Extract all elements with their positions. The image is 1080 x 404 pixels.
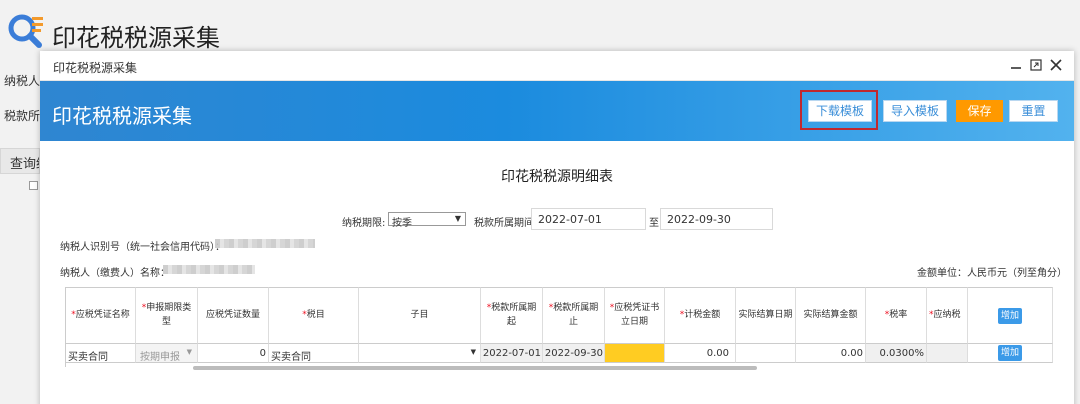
- cell-period-type[interactable]: 按期申报 ▼: [136, 344, 198, 363]
- modal-window-title: 印花税税源采集: [53, 61, 138, 75]
- cell-actions: 增加: [968, 344, 1053, 363]
- background-row-checkbox[interactable]: [29, 181, 38, 190]
- header-banner: 印花税税源采集 下载模板 导入模板 保存 重置: [40, 81, 1074, 141]
- cell-settle-date[interactable]: [736, 344, 796, 363]
- cell-settle-amount[interactable]: 0.00: [796, 344, 866, 363]
- cell-voucher-name[interactable]: 买卖合同: [66, 344, 136, 363]
- col-header-period-end: *税款所属期止: [543, 287, 605, 344]
- chevron-down-icon: ▼: [454, 214, 461, 223]
- cell-period-start: 2022-07-01: [481, 344, 543, 363]
- col-header-period-start: *税款所属期起: [481, 287, 543, 344]
- cell-period-type-value: 按期申报: [140, 352, 180, 363]
- col-header-settle-amount: 实际结算金额: [796, 287, 866, 344]
- stamp-tax-modal: 印花税税源采集 印花税税源采集 下载模板 导入模板 保存 重置 印花税税源明细表…: [40, 51, 1074, 404]
- taxpayer-name-label: 纳税人（缴费人）名称：: [60, 268, 170, 279]
- banner-title: 印花税税源采集: [52, 104, 192, 128]
- amount-unit-note: 金额单位：人民币元（列至角分）: [917, 268, 1067, 279]
- row-add-button[interactable]: 增加: [998, 345, 1022, 361]
- col-header-tax-item: *税目: [269, 287, 359, 344]
- period-start-input[interactable]: 2022-07-01: [531, 208, 646, 230]
- background-query-tab[interactable]: 查询结: [0, 148, 40, 174]
- chevron-down-icon: ▼: [470, 348, 476, 356]
- term-select-value: 按季: [392, 218, 412, 229]
- modal-titlebar: 印花税税源采集: [40, 51, 1074, 81]
- col-header-sign-date: *应税凭证书立日期: [605, 287, 665, 344]
- col-header-actions: 增加: [968, 287, 1053, 344]
- cell-sub-item[interactable]: ▼: [359, 344, 481, 363]
- horizontal-scrollbar[interactable]: [193, 366, 757, 370]
- import-template-button[interactable]: 导入模板: [883, 100, 947, 122]
- header-add-button[interactable]: 增加: [998, 307, 1022, 324]
- source-detail-table: *应税凭证名称 *申报期限类型 应税凭证数量 *税目 子目 *税款所属期起 *税…: [65, 287, 1053, 367]
- col-header-voucher-name: *应税凭证名称: [66, 287, 136, 344]
- col-header-taxable-amount: *计税金额: [665, 287, 736, 344]
- save-button[interactable]: 保存: [956, 100, 1003, 122]
- cell-period-end: 2022-09-30: [543, 344, 605, 363]
- taxpayer-name-redacted: [163, 265, 255, 274]
- minimize-icon[interactable]: [1008, 57, 1024, 73]
- term-label: 纳税期限:: [342, 218, 386, 229]
- col-header-sub-item: 子目: [359, 287, 481, 344]
- col-header-tax-rate: *税率: [866, 287, 927, 344]
- search-doc-logo-icon: [8, 14, 43, 48]
- taxpayer-id-redacted: [215, 239, 315, 248]
- col-header-quantity: 应税凭证数量: [198, 287, 269, 344]
- download-template-button[interactable]: 下载模板: [808, 100, 872, 122]
- col-header-tax-payable: *应纳税: [927, 287, 968, 344]
- col-header-period-type: *申报期限类型: [136, 287, 198, 344]
- period-end-input[interactable]: 2022-09-30: [660, 208, 773, 230]
- cell-taxable-amount[interactable]: 0.00: [665, 344, 736, 363]
- cell-tax-payable: [927, 344, 968, 363]
- cell-quantity[interactable]: 0: [198, 344, 269, 363]
- reset-button[interactable]: 重置: [1009, 100, 1058, 122]
- sheet-title: 印花税税源明细表: [501, 169, 613, 185]
- maximize-icon[interactable]: [1028, 57, 1044, 73]
- period-separator: 至: [649, 218, 659, 229]
- cell-tax-rate: 0.0300%: [866, 344, 927, 363]
- cell-sign-date[interactable]: [605, 344, 665, 363]
- period-label: 税款所属期间:: [474, 218, 538, 229]
- background-page-title: 印花税税源采集: [52, 24, 220, 52]
- col-header-settle-date: 实际结算日期: [736, 287, 796, 344]
- term-select[interactable]: 按季 ▼: [388, 212, 466, 229]
- cell-tax-item[interactable]: 买卖合同: [269, 344, 359, 363]
- close-icon[interactable]: [1048, 57, 1064, 73]
- taxpayer-id-label: 纳税人识别号（统一社会信用代码）：: [60, 242, 225, 253]
- chevron-down-icon: ▼: [186, 348, 192, 356]
